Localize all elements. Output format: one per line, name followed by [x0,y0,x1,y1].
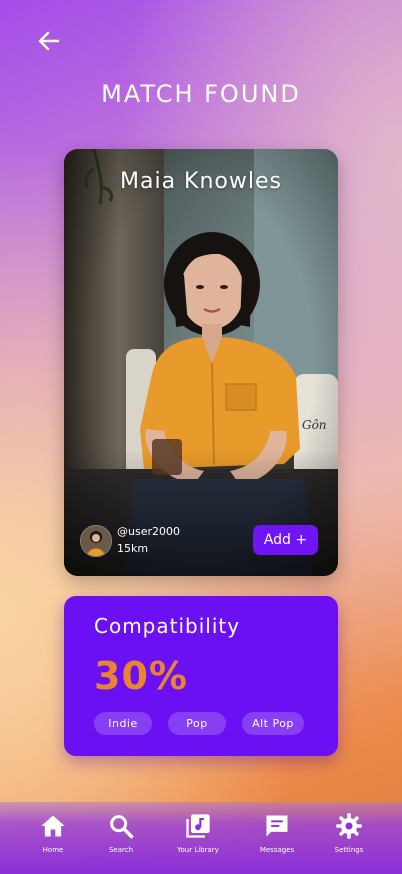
nav-label-home: Home [42,846,64,854]
add-button[interactable]: Add + [253,525,318,555]
arrow-left-icon [38,31,60,51]
nav-library[interactable]: Your Library [163,812,233,854]
genre-tag-pop[interactable]: Pop [168,712,226,735]
nav-search[interactable]: Search [86,812,156,854]
nav-label-settings: Settings [334,846,364,854]
avatar-image [81,526,111,556]
gear-icon [336,813,362,839]
compatibility-score: 30% [94,654,188,698]
messages-icon [266,815,288,837]
nav-messages[interactable]: Messages [242,812,312,854]
bottom-nav: Home Search Your Library Messages Settin… [0,802,402,874]
compatibility-title: Compatibility [94,614,241,638]
match-card[interactable]: Gôn Maia Knowles @user2000 15km Add + [64,149,338,576]
page-title: MATCH FOUND [101,80,301,108]
nav-label-messages: Messages [259,846,295,854]
match-name: Maia Knowles [120,169,282,194]
genre-tag-indie[interactable]: Indie [94,712,152,735]
user-handle: @user2000 [117,525,180,538]
genre-tag-alt-pop[interactable]: Alt Pop [242,712,304,735]
avatar[interactable] [80,525,112,557]
compatibility-card: Compatibility 30% Indie Pop Alt Pop [64,596,338,756]
library-icon [186,814,210,838]
profile-photo: Gôn [64,149,338,576]
back-button[interactable] [34,26,64,56]
nav-label-library: Your Library [177,846,219,854]
search-icon [110,815,134,839]
user-distance: 15km [117,542,149,555]
nav-settings[interactable]: Settings [314,812,384,854]
nav-home[interactable]: Home [18,812,88,854]
home-icon [41,815,65,837]
nav-label-search: Search [108,846,134,854]
